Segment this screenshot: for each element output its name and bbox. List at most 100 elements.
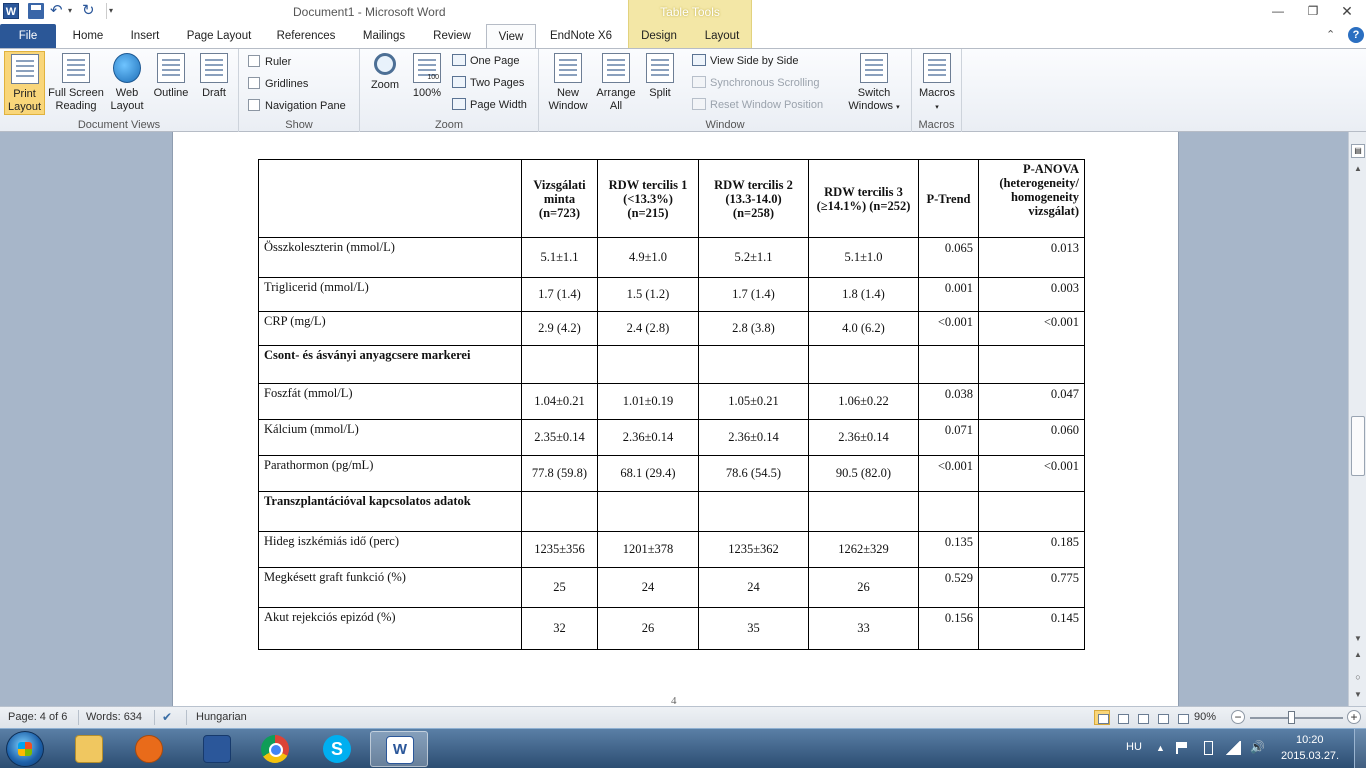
minimize-button[interactable]: —	[1264, 2, 1292, 20]
zoom-out-icon[interactable]: −	[1231, 710, 1245, 724]
p-trend-cell: 0.001	[918, 277, 979, 312]
action-center-flag-icon[interactable]	[1176, 742, 1190, 754]
zoom-in-icon[interactable]: +	[1347, 710, 1361, 724]
row-label: Megkésett graft funkció (%)	[258, 567, 522, 608]
previous-page-icon[interactable]: ▲	[1351, 648, 1365, 662]
zoom-button[interactable]: Zoom	[366, 51, 404, 115]
taskbar-skype[interactable]: S	[308, 731, 366, 767]
undo-icon[interactable]: ↶	[50, 3, 66, 19]
taskbar-chrome[interactable]	[246, 731, 304, 767]
web-layout-button[interactable]: Web Layout	[107, 51, 147, 115]
outline-button[interactable]: Outline	[149, 51, 193, 115]
group-label-zoom: Zoom	[434, 119, 464, 131]
start-button[interactable]	[6, 731, 44, 767]
tab-endnote[interactable]: EndNote X6	[543, 24, 619, 48]
page-count[interactable]: Page: 4 of 6	[8, 711, 67, 723]
show-hidden-icons-icon[interactable]: ▲	[1156, 743, 1170, 755]
tab-page-layout[interactable]: Page Layout	[180, 24, 258, 48]
document-page[interactable]: Vizsgálati minta (n=723) RDW tercilis 1 (…	[172, 132, 1179, 706]
clock-date[interactable]: 2015.03.27.	[1281, 750, 1339, 762]
value-cell: 4.0 (6.2)	[808, 311, 919, 346]
value-cell: 32	[521, 607, 598, 650]
word-app-icon[interactable]: W	[3, 3, 19, 19]
tab-layout[interactable]: Layout	[696, 24, 748, 48]
view-ruler-icon[interactable]: ▤	[1351, 144, 1365, 158]
web-layout-view-icon[interactable]	[1134, 710, 1150, 725]
minimize-ribbon-icon[interactable]: ⌃	[1326, 28, 1335, 41]
proofing-icon[interactable]: ✔	[162, 710, 180, 724]
ruler-check-box[interactable]	[248, 55, 260, 68]
new-window-button[interactable]: New Window	[543, 51, 593, 115]
tab-home[interactable]: Home	[64, 24, 112, 48]
zoom-100-button[interactable]: 100 100%	[408, 51, 446, 115]
word-count[interactable]: Words: 634	[86, 711, 142, 723]
page-width-button[interactable]: Page Width	[452, 95, 527, 115]
one-page-button[interactable]: One Page	[452, 51, 520, 71]
vertical-scrollbar[interactable]: ▤ ▲ ▼ ▲ ○ ▼	[1348, 132, 1366, 706]
p-trend-cell: 0.135	[918, 531, 979, 568]
taskbar: S W HU ▲ 🔊 10:20 2015.03.27.	[0, 728, 1366, 768]
taskbar-save-app[interactable]	[188, 731, 246, 767]
taskbar-explorer[interactable]	[60, 731, 118, 767]
ruler-checkbox[interactable]: Ruler	[248, 52, 291, 72]
two-pages-button[interactable]: Two Pages	[452, 73, 524, 93]
clock-time[interactable]: 10:20	[1296, 734, 1324, 746]
full-screen-reading-button[interactable]: Full Screen Reading	[47, 51, 105, 115]
page-number: 4	[671, 695, 677, 706]
scrollbar-thumb[interactable]	[1351, 416, 1365, 476]
tab-mailings[interactable]: Mailings	[354, 24, 414, 48]
folder-icon	[75, 735, 103, 763]
reset-window-position-button[interactable]: Reset Window Position	[692, 95, 823, 115]
empty-cell	[521, 345, 598, 384]
split-button[interactable]: Split	[641, 51, 679, 115]
customize-quick-access-icon[interactable]: ▾	[106, 3, 116, 19]
zoom-level[interactable]: 90%	[1194, 711, 1216, 723]
split-icon	[646, 53, 674, 83]
macros-button[interactable]: Macros ▾	[916, 51, 958, 115]
network-signal-icon[interactable]	[1225, 741, 1241, 755]
battery-icon[interactable]	[1204, 741, 1213, 755]
zoom-slider-thumb[interactable]	[1288, 711, 1295, 724]
zoom-slider[interactable]	[1250, 717, 1343, 719]
tab-references[interactable]: References	[270, 24, 342, 48]
taskbar-word[interactable]: W	[370, 731, 428, 767]
draft-view-icon[interactable]	[1174, 710, 1190, 725]
print-layout-view-icon[interactable]	[1094, 710, 1110, 725]
close-button[interactable]: ✕	[1333, 2, 1361, 20]
document-area[interactable]: Vizsgálati minta (n=723) RDW tercilis 1 (…	[0, 132, 1348, 706]
tab-view[interactable]: View	[486, 24, 536, 49]
full-screen-reading-view-icon[interactable]	[1114, 710, 1130, 725]
p-anova-cell: <0.001	[978, 455, 1085, 492]
title-bar: W ↶ ▾ ↻ ▾ Document1 - Microsoft Word Tab…	[0, 0, 1366, 48]
tab-insert[interactable]: Insert	[122, 24, 168, 48]
scroll-down-arrow-icon[interactable]: ▼	[1351, 632, 1365, 646]
print-layout-button[interactable]: Print Layout	[4, 51, 45, 115]
navigation-pane-check-box[interactable]	[248, 99, 260, 112]
view-side-by-side-button[interactable]: View Side by Side	[692, 51, 798, 71]
arrange-all-button[interactable]: Arrange All	[593, 51, 639, 115]
language-indicator[interactable]: Hungarian	[196, 711, 247, 723]
outline-view-icon[interactable]	[1154, 710, 1170, 725]
input-language[interactable]: HU	[1126, 741, 1142, 753]
next-page-icon[interactable]: ▼	[1351, 688, 1365, 702]
tab-design[interactable]: Design	[634, 24, 684, 48]
draft-button[interactable]: Draft	[195, 51, 233, 115]
undo-dropdown-icon[interactable]: ▾	[68, 3, 76, 19]
switch-windows-button[interactable]: Switch Windows ▾	[843, 51, 905, 115]
volume-icon[interactable]: 🔊	[1250, 740, 1265, 754]
navigation-pane-checkbox[interactable]: Navigation Pane	[248, 96, 346, 116]
show-desktop-button[interactable]	[1354, 729, 1366, 768]
taskbar-media-player[interactable]	[120, 731, 178, 767]
scroll-up-arrow-icon[interactable]: ▲	[1351, 162, 1365, 176]
help-icon[interactable]: ?	[1348, 27, 1364, 43]
tab-review[interactable]: Review	[426, 24, 478, 48]
maximize-button[interactable]: ❐	[1299, 2, 1327, 20]
redo-icon[interactable]: ↻	[82, 3, 98, 19]
tab-file[interactable]: File	[0, 24, 56, 48]
gridlines-check-box[interactable]	[248, 77, 260, 90]
save-icon[interactable]	[28, 3, 44, 19]
select-browse-object-icon[interactable]: ○	[1351, 670, 1365, 684]
synchronous-scrolling-button[interactable]: Synchronous Scrolling	[692, 73, 819, 93]
gridlines-checkbox[interactable]: Gridlines	[248, 74, 308, 94]
macros-icon	[923, 53, 951, 83]
